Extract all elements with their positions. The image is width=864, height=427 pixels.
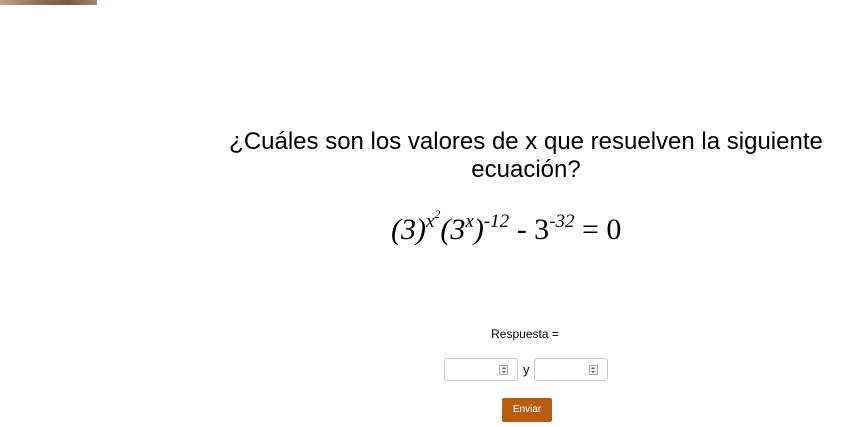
question-line-2: ecuación?	[471, 156, 581, 183]
answer-connector: y	[523, 362, 530, 377]
spinner-icon[interactable]	[588, 365, 598, 375]
equation-exponent-4: -32	[549, 211, 575, 232]
submit-button[interactable]: Enviar	[502, 398, 552, 422]
equation-minus: - 3	[509, 213, 550, 246]
chevron-up-icon	[501, 367, 506, 369]
equation-base-1: (3)	[391, 213, 426, 246]
answer-row: y	[444, 357, 608, 382]
equation-exponent-1-power: 2	[434, 207, 441, 221]
equation-close-paren: )	[473, 213, 484, 246]
equation-exponent-2: x	[465, 211, 474, 232]
spinner-icon[interactable]	[499, 365, 508, 375]
chevron-down-icon	[591, 371, 595, 373]
answer-input-2[interactable]	[533, 358, 608, 381]
chevron-down-icon	[501, 371, 506, 373]
equation-exponent-3: -12	[483, 211, 510, 232]
header-image-fragment	[0, 0, 97, 5]
chevron-up-icon	[591, 367, 595, 369]
equation-base-2: (3	[440, 213, 466, 246]
question-line-1: ¿Cuáles son los valores de x que resuelv…	[229, 128, 823, 155]
answer-label: Respuesta =	[491, 327, 559, 341]
equation: (3)x2(3x)-12 - 3-32 = 0	[391, 207, 622, 255]
answer-input-1[interactable]	[444, 358, 518, 381]
equation-equals: = 0	[574, 213, 622, 246]
equation-exponent-1: x2	[426, 207, 440, 232]
question: ¿Cuáles son los valores de x que resuelv…	[190, 128, 862, 184]
